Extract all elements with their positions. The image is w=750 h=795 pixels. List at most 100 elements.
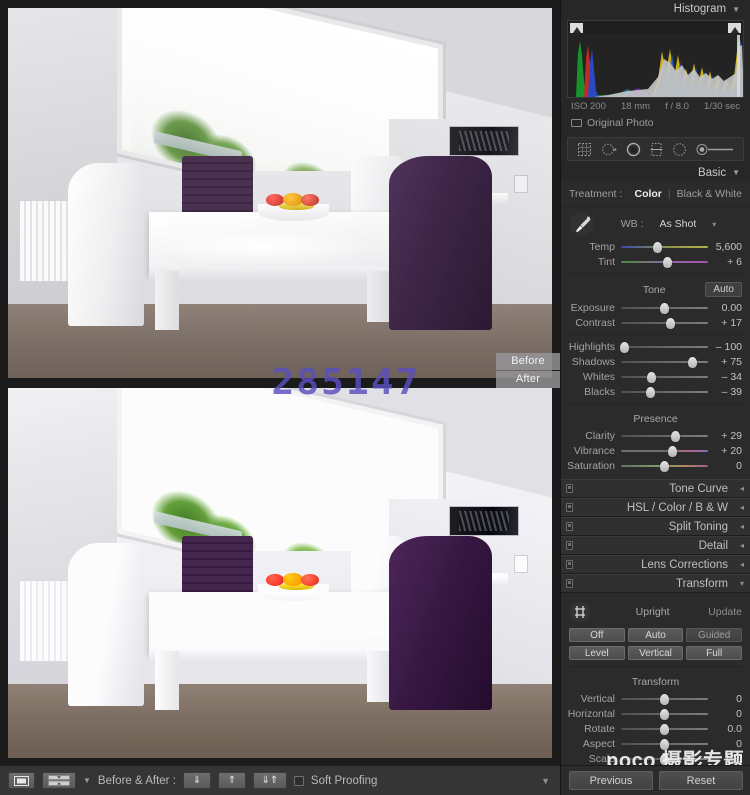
panel-switch-toggle[interactable]	[566, 522, 573, 531]
slider-value[interactable]: + 29	[708, 430, 742, 442]
slider-track[interactable]	[621, 753, 708, 765]
section-transform[interactable]: Transform ▾	[561, 574, 750, 593]
slider-value[interactable]: 0	[708, 708, 742, 720]
section-lens-corrections[interactable]: Lens Corrections ◂	[561, 555, 750, 574]
slider-scale[interactable]: Scale 100	[561, 751, 750, 766]
spot-removal-icon[interactable]	[601, 142, 617, 157]
slider-value[interactable]: 0.0	[708, 723, 742, 735]
treatment-black-and-white-option[interactable]: Black & White	[677, 188, 742, 200]
slider-clarity[interactable]: Clarity + 29	[561, 428, 750, 443]
previous-button[interactable]: Previous	[569, 771, 653, 790]
chevron-down-icon[interactable]: ▼	[732, 5, 740, 14]
slider-track[interactable]	[621, 460, 708, 472]
red-eye-icon[interactable]	[626, 142, 641, 157]
upright-vertical-button[interactable]: Vertical	[627, 646, 684, 660]
loupe-view-button[interactable]	[8, 772, 35, 789]
wb-chevron-down-icon[interactable]: ▾	[712, 220, 716, 229]
slider-aspect[interactable]: Aspect 0	[561, 736, 750, 751]
basic-panel-header[interactable]: Basic ▼	[561, 164, 750, 181]
section-tone-curve[interactable]: Tone Curve ◂	[561, 479, 750, 498]
panel-switch-toggle[interactable]	[566, 503, 573, 512]
treatment-color-option[interactable]: Color	[634, 188, 661, 200]
slider-track[interactable]	[621, 723, 708, 735]
slider-value[interactable]: + 75	[708, 356, 742, 368]
collapse-arrow-icon[interactable]: ◂	[740, 503, 744, 512]
brush-slider-icon[interactable]	[696, 143, 734, 156]
slider-track[interactable]	[621, 445, 708, 457]
slider-value[interactable]: + 20	[708, 445, 742, 457]
slider-shadows[interactable]: Shadows + 75	[561, 354, 750, 369]
copy-before-settings-to-after-button[interactable]: ⇑	[217, 772, 246, 789]
slider-whites[interactable]: Whites – 34	[561, 369, 750, 384]
slider-value[interactable]: 0.00	[708, 302, 742, 314]
slider-blacks[interactable]: Blacks – 39	[561, 384, 750, 399]
soft-proofing-checkbox[interactable]	[293, 775, 304, 786]
slider-track[interactable]	[621, 430, 708, 442]
histogram-graph[interactable]	[567, 20, 744, 98]
slider-value[interactable]: + 6	[708, 256, 742, 268]
swap-before-and-after-settings-button[interactable]: ⇓⇑	[252, 772, 287, 789]
slider-value[interactable]: 0	[708, 738, 742, 750]
slider-track[interactable]	[621, 371, 708, 383]
auto-tone-button[interactable]: Auto	[705, 282, 742, 297]
slider-track[interactable]	[621, 256, 708, 268]
slider-value[interactable]: 0	[708, 693, 742, 705]
graduated-filter-icon[interactable]	[650, 142, 663, 157]
slider-track[interactable]	[619, 341, 708, 353]
upright-guided-button[interactable]: Guided	[686, 628, 743, 642]
toolbar-chevron-down-icon[interactable]: ▼	[541, 776, 552, 786]
chevron-down-icon[interactable]: ▼	[732, 168, 740, 177]
radial-filter-icon[interactable]	[672, 142, 687, 157]
copy-after-settings-to-before-button[interactable]: ⇓	[182, 772, 211, 789]
reset-button[interactable]: Reset	[659, 771, 743, 790]
section-split-toning[interactable]: Split Toning ◂	[561, 517, 750, 536]
collapse-arrow-icon[interactable]: ◂	[740, 560, 744, 569]
slider-track[interactable]	[621, 738, 708, 750]
slider-contrast[interactable]: Contrast + 17	[561, 315, 750, 330]
chevron-down-icon[interactable]: ▾	[740, 579, 744, 588]
slider-highlights[interactable]: Highlights – 100	[561, 339, 750, 354]
before-after-view-button[interactable]	[42, 772, 76, 789]
collapse-arrow-icon[interactable]: ◂	[740, 541, 744, 550]
slider-track[interactable]	[621, 708, 708, 720]
slider-track[interactable]	[621, 356, 708, 368]
slider-rotate[interactable]: Rotate 0.0	[561, 721, 750, 736]
wb-value[interactable]: As Shot	[659, 218, 696, 230]
panel-switch-toggle[interactable]	[566, 579, 573, 588]
collapse-arrow-icon[interactable]: ◂	[740, 484, 744, 493]
slider-tint[interactable]: Tint + 6	[561, 254, 750, 269]
slider-track[interactable]	[621, 302, 708, 314]
after-photo-pane[interactable]	[8, 388, 552, 758]
white-balance-eyedropper-icon[interactable]	[569, 211, 595, 237]
slider-track[interactable]	[621, 241, 708, 253]
slider-exposure[interactable]: Exposure 0.00	[561, 300, 750, 315]
slider-value[interactable]: + 17	[708, 317, 742, 329]
slider-track[interactable]	[621, 386, 708, 398]
slider-value[interactable]: 0	[708, 460, 742, 472]
panel-switch-toggle[interactable]	[566, 484, 573, 493]
slider-value[interactable]: – 34	[708, 371, 742, 383]
upright-level-button[interactable]: Level	[569, 646, 625, 660]
view-mode-chevron-down-icon[interactable]: ▼	[83, 776, 91, 785]
upright-grid-icon[interactable]	[569, 601, 591, 623]
slider-track[interactable]	[621, 693, 708, 705]
histogram-header[interactable]: Histogram ▼	[561, 0, 750, 18]
panel-switch-toggle[interactable]	[566, 541, 573, 550]
upright-auto-button[interactable]: Auto	[627, 628, 684, 642]
crop-icon[interactable]	[577, 142, 592, 157]
upright-full-button[interactable]: Full	[686, 646, 743, 660]
original-photo-row[interactable]: Original Photo	[561, 112, 750, 134]
section-detail[interactable]: Detail ◂	[561, 536, 750, 555]
slider-value[interactable]: 5,600	[708, 241, 742, 253]
panel-switch-toggle[interactable]	[566, 560, 573, 569]
slider-horizontal[interactable]: Horizontal 0	[561, 706, 750, 721]
section-hsl-color-bw[interactable]: HSL / Color / B & W ◂	[561, 498, 750, 517]
before-photo-pane[interactable]	[8, 8, 552, 378]
slider-track[interactable]	[621, 317, 708, 329]
slider-vibrance[interactable]: Vibrance + 20	[561, 443, 750, 458]
slider-saturation[interactable]: Saturation 0	[561, 458, 750, 473]
collapse-arrow-icon[interactable]: ◂	[740, 522, 744, 531]
slider-vertical[interactable]: Vertical 0	[561, 691, 750, 706]
slider-value[interactable]: 100	[708, 753, 742, 765]
upright-update-button[interactable]: Update	[708, 606, 742, 618]
